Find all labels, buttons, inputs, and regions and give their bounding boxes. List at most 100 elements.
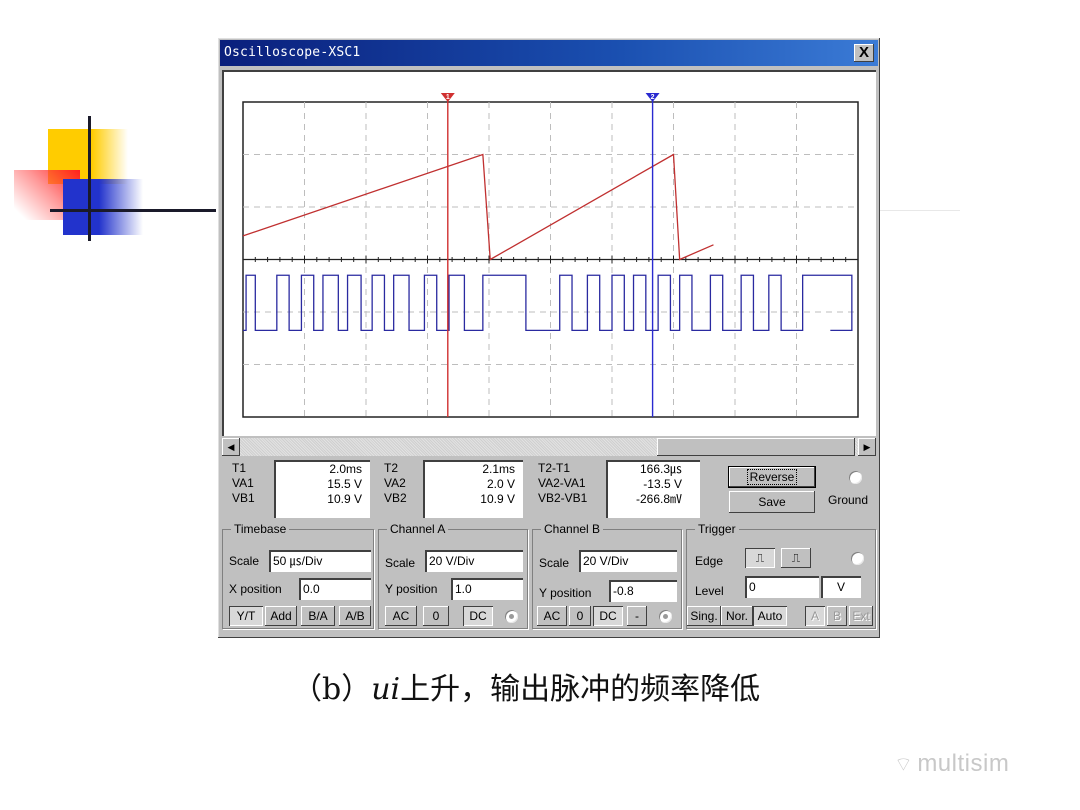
timebase-group: Timebase Scale 50 ㎲/Div X position 0.0 Y… [222,522,374,629]
value-t1: 2.0ms [329,462,362,476]
scope-display: 12 [242,93,859,418]
ground-radio[interactable] [849,471,862,484]
timebase-title: Timebase [231,522,290,536]
value-vb2: 10.9 V [480,492,515,506]
label-va1: VA1 [232,476,254,490]
label-t1: T1 [232,461,247,475]
trigger-source-ext-button[interactable]: Ext [849,606,873,626]
channel-b-scale-field[interactable]: 20 V/Div [579,550,677,572]
value-vb2-vb1: -266.8㎷ [635,492,682,506]
channel-b-group: Channel B Scale 20 V/Div Y position -0.8… [532,522,682,629]
close-icon: X [858,44,869,61]
trigger-auto-button[interactable]: Auto [753,606,787,626]
trigger-normal-button[interactable]: Nor. [721,606,753,626]
scroll-right-button[interactable]: ▶ [858,438,876,456]
x-position-label: X position [229,582,282,596]
trigger-title: Trigger [695,522,739,536]
mode-ab-button[interactable]: A/B [339,606,371,626]
level-unit-field[interactable]: V [821,576,861,598]
value-t2-t1: 166.3㎲ [639,462,682,476]
channel-b-zero-button[interactable]: 0 [569,606,591,626]
caption-variable: ui [371,672,401,707]
channel-b-ac-button[interactable]: AC [537,606,567,626]
decoration-vertical-line [88,116,91,241]
label-va2-va1: VA2-VA1 [538,476,586,490]
label-vb2-vb1: VB2-VB1 [538,491,588,505]
x-position-field[interactable]: 0.0 [299,578,371,600]
slide-decoration [0,110,230,250]
reverse-button[interactable]: Reverse [728,466,816,488]
edge-falling-button[interactable]: ⎍ [781,548,811,568]
watermark-text: multisim [917,750,1010,777]
channel-a-zero-button[interactable]: 0 [423,606,449,626]
decoration-right-line [880,210,960,211]
scroll-left-button[interactable]: ◀ [222,438,240,456]
channel-a-ac-button[interactable]: AC [385,606,417,626]
window-title: Oscilloscope-XSC1 [224,45,361,60]
close-button[interactable]: X [854,44,874,62]
timebase-scale-field[interactable]: 50 ㎲/Div [269,550,371,572]
caption-prefix: （b） [292,672,372,707]
oscilloscope-screen: 12 [222,70,876,436]
label-vb1: VB1 [232,491,255,505]
falling-edge-icon: ⎍ [791,551,801,565]
trigger-radio[interactable] [851,552,864,565]
readout-t1-values: 2.0ms 15.5 V 10.9 V [274,460,370,518]
figure-caption: （b）ui上升，输出脉冲的频率降低 [292,664,760,708]
channel-b-radio[interactable] [659,610,672,623]
readout-t2-labels: T2 VA2 VB2 [374,460,424,518]
wechat-icon: ⌔ [894,754,914,776]
channel-b-title: Channel B [541,522,604,536]
channel-a-ypos-label: Y position [385,582,438,596]
readout-diff-values: 166.3㎲ -13.5 V -266.8㎷ [606,460,700,518]
reverse-button-label: Reverse [746,469,798,485]
readout-diff-labels: T2-T1 VA2-VA1 VB2-VB1 [530,460,606,518]
save-button[interactable]: Save [729,491,815,513]
level-label: Level [695,584,724,598]
trigger-group: Trigger Edge ⎍ ⎍ Level 0 V Sing. Nor. Au… [686,522,876,629]
horizontal-scrollbar[interactable]: ◀ ▶ [222,438,876,456]
arrow-right-icon: ▶ [863,442,871,452]
channel-a-radio[interactable] [505,610,518,623]
label-vb2: VB2 [384,491,407,505]
edge-label: Edge [695,554,724,568]
caption-text: 上升，输出脉冲的频率降低 [400,672,761,707]
trigger-source-a-button[interactable]: A [805,606,825,626]
value-vb1: 10.9 V [327,492,362,506]
level-field[interactable]: 0 [745,576,819,598]
channel-a-scale-label: Scale [385,556,416,570]
decoration-blue-square [63,179,143,235]
readout-t1-labels: T1 VA1 VB1 [222,460,272,518]
rising-edge-icon: ⎍ [755,551,765,565]
cursor-label-t1: 1 [446,94,450,101]
arrow-left-icon: ◀ [227,442,235,452]
decoration-horizontal-line [50,209,216,212]
label-t2-t1: T2-T1 [538,461,571,475]
value-va2: 2.0 V [486,477,515,491]
edge-rising-button[interactable]: ⎍ [745,548,775,568]
channel-a-title: Channel A [387,522,449,536]
trigger-single-button[interactable]: Sing. [687,606,721,626]
channel-b-minus-button[interactable]: - [627,606,647,626]
oscilloscope-window: Oscilloscope-XSC1 X 12 ◀ ▶ T1 VA1 VB1 2.… [218,38,880,638]
value-va2-va1: -13.5 V [643,477,682,491]
watermark: ⌔ multisim [894,750,1009,778]
mode-yt-button[interactable]: Y/T [229,606,263,626]
label-t2: T2 [384,461,399,475]
ground-label: Ground [828,493,869,507]
mode-add-button[interactable]: Add [265,606,297,626]
channel-a-group: Channel A Scale 20 V/Div Y position 1.0 … [378,522,528,629]
channel-b-ypos-field[interactable]: -0.8 [609,580,677,602]
mode-ba-button[interactable]: B/A [301,606,335,626]
channel-b-ypos-label: Y position [539,586,592,600]
title-bar[interactable]: Oscilloscope-XSC1 X [220,40,878,66]
channel-a-ypos-field[interactable]: 1.0 [451,578,523,600]
trigger-source-b-button[interactable]: B [827,606,847,626]
cursor-label-t2: 2 [651,94,655,101]
channel-b-scale-label: Scale [539,556,570,570]
channel-b-dc-button[interactable]: DC [593,606,623,626]
channel-a-scale-field[interactable]: 20 V/Div [425,550,523,572]
channel-a-dc-button[interactable]: DC [463,606,493,626]
scroll-thumb[interactable] [657,438,855,456]
value-t2: 2.1ms [482,462,515,476]
